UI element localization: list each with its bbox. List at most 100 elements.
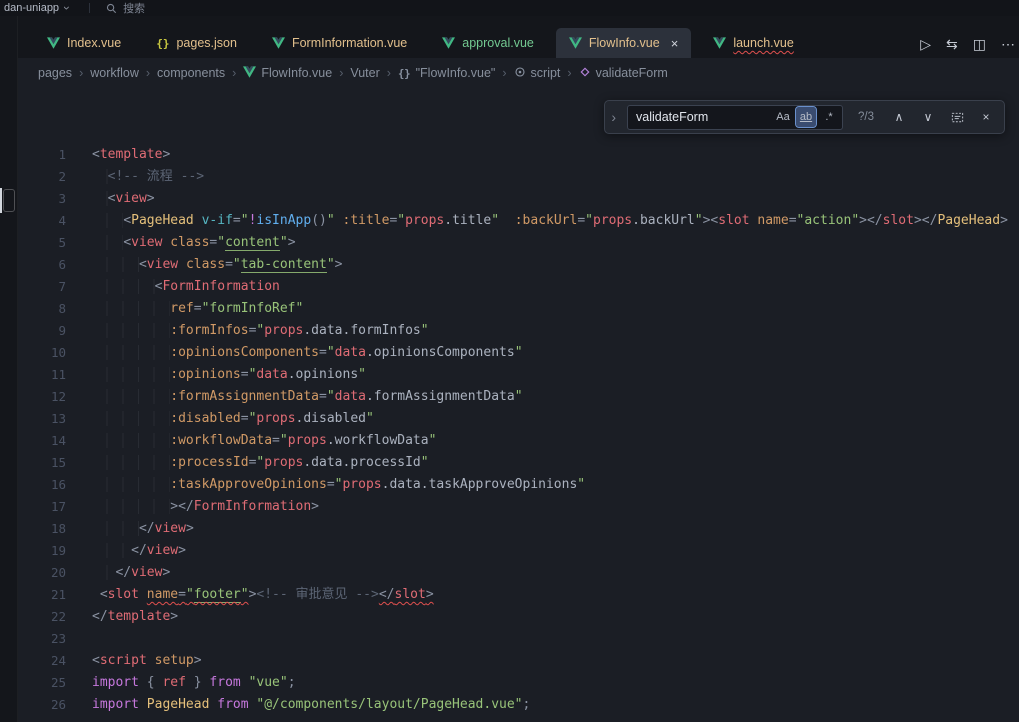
close-find-icon[interactable]: ×: [976, 110, 996, 124]
breadcrumb-label: "FlowInfo.vue": [416, 66, 496, 80]
line-number: 23: [18, 628, 66, 650]
tab-FormInformation.vue[interactable]: FormInformation.vue: [259, 28, 420, 58]
tab-launch.vue[interactable]: launch.vue: [700, 28, 806, 58]
line-number: 10: [18, 342, 66, 364]
close-tab-icon[interactable]: ×: [671, 36, 679, 51]
line-content: :opinionsComponents="data.opinionsCompon…: [66, 342, 523, 364]
vue-file-icon: [272, 37, 285, 49]
find-input[interactable]: [636, 110, 770, 124]
find-previous-button[interactable]: ∧: [889, 110, 909, 124]
tab-approval.vue[interactable]: approval.vue: [429, 28, 547, 58]
regex-button[interactable]: .*: [819, 107, 839, 127]
find-match-count: ?/3: [852, 111, 880, 123]
breadcrumb: pages › workflow › components › FlowInfo.vue › V…: [18, 58, 1019, 88]
breadcrumb-item-workflow[interactable]: workflow: [90, 66, 139, 80]
match-case-button[interactable]: Aa: [773, 107, 793, 127]
script-icon: [514, 66, 526, 81]
find-widget: › Aa ab .* ?/3 ∧ ∨ ×: [604, 100, 1005, 134]
tab-label: FlowInfo.vue: [589, 36, 660, 50]
titlebar-divider: [89, 3, 90, 13]
line-content: </view>: [66, 540, 186, 562]
code-line: 22</template>: [18, 606, 1019, 628]
title-bar: dan-uniapp › 搜索: [0, 0, 1019, 16]
line-content: <view>: [66, 188, 155, 210]
find-next-button[interactable]: ∨: [918, 110, 938, 124]
tab-bar: Index.vue {}pages.json FormInformation.vue…: [34, 28, 816, 58]
code-line: 9 :formInfos="props.data.formInfos": [18, 320, 1019, 342]
line-content: <view class="tab-content">: [66, 254, 342, 276]
search-icon: [106, 3, 117, 14]
line-number: 8: [18, 298, 66, 320]
code-line: 10 :opinionsComponents="data.opinionsCom…: [18, 342, 1019, 364]
line-number: 6: [18, 254, 66, 276]
breadcrumb-separator: ›: [146, 66, 150, 80]
tab-FlowInfo.vue[interactable]: FlowInfo.vue ×: [556, 28, 691, 58]
code-line: 6 <view class="tab-content">: [18, 254, 1019, 276]
line-number: 21: [18, 584, 66, 606]
code-line: 2 <!-- 流程 -->: [18, 166, 1019, 188]
line-content: <slot name="footer"><!-- 审批意见 --></slot>: [66, 584, 434, 606]
vue-file-icon: [569, 37, 582, 49]
line-content: </view>: [66, 518, 194, 540]
line-content: <FormInformation: [66, 276, 280, 298]
open-changes-icon[interactable]: ⇆: [946, 36, 958, 53]
editor[interactable]: 1<template>2 <!-- 流程 -->3 <view>4 <PageH…: [18, 88, 1019, 722]
line-content: ></FormInformation>: [66, 496, 319, 518]
code-line: 7 <FormInformation: [18, 276, 1019, 298]
code-editor[interactable]: 1<template>2 <!-- 流程 -->3 <view>4 <PageH…: [18, 88, 1019, 716]
code-line: 23: [18, 628, 1019, 650]
line-content: </view>: [66, 562, 170, 584]
line-number: 7: [18, 276, 66, 298]
breadcrumb-separator: ›: [79, 66, 83, 80]
line-number: 17: [18, 496, 66, 518]
find-in-selection-button[interactable]: [947, 110, 967, 125]
breadcrumb-label: pages: [38, 66, 72, 80]
tab-label: pages.json: [176, 36, 236, 50]
project-menu[interactable]: dan-uniapp ›: [4, 2, 69, 14]
code-line: 11 :opinions="data.opinions": [18, 364, 1019, 386]
global-search-button[interactable]: 搜索: [106, 0, 145, 16]
code-line: 25import { ref } from "vue";: [18, 672, 1019, 694]
breadcrumb-label: workflow: [90, 66, 139, 80]
tab-Index.vue[interactable]: Index.vue: [34, 28, 134, 58]
line-number: 13: [18, 408, 66, 430]
breadcrumb-item-FlowInfovue[interactable]: FlowInfo.vue: [243, 66, 332, 81]
breadcrumb-item-script[interactable]: script: [514, 66, 561, 81]
editor-actions: ▷ ⇆ ◫ ⋯: [920, 36, 1017, 53]
find-in-selection-icon: [950, 110, 965, 125]
code-line: 15 :processId="props.data.processId": [18, 452, 1019, 474]
run-icon[interactable]: ▷: [920, 36, 931, 53]
line-content: <view class="content">: [66, 232, 296, 254]
breadcrumb-item-components[interactable]: components: [157, 66, 225, 80]
code-line: 17 ></FormInformation>: [18, 496, 1019, 518]
code-line: 8 ref="formInfoRef": [18, 298, 1019, 320]
code-line: 1<template>: [18, 144, 1019, 166]
vue-file-icon: [47, 37, 60, 49]
tab-label: Index.vue: [67, 36, 121, 50]
toggle-replace-icon[interactable]: ›: [609, 109, 618, 125]
split-editor-icon[interactable]: ◫: [973, 36, 986, 53]
more-actions-icon[interactable]: ⋯: [1001, 36, 1015, 53]
activity-icon[interactable]: [3, 189, 15, 212]
code-line: 14 :workflowData="props.workflowData": [18, 430, 1019, 452]
code-line: 19 </view>: [18, 540, 1019, 562]
breadcrumb-separator: ›: [339, 66, 343, 80]
line-number: 4: [18, 210, 66, 232]
whole-word-button[interactable]: ab: [796, 107, 816, 127]
tab-pages.json[interactable]: {}pages.json: [143, 28, 250, 58]
line-number: 18: [18, 518, 66, 540]
line-number: 12: [18, 386, 66, 408]
line-number: 1: [18, 144, 66, 166]
line-number: 16: [18, 474, 66, 496]
activity-bar[interactable]: [0, 16, 18, 722]
breadcrumb-item-validateForm[interactable]: validateForm: [579, 66, 668, 81]
breadcrumb-item-pages[interactable]: pages: [38, 66, 72, 80]
line-number: 2: [18, 166, 66, 188]
line-number: 5: [18, 232, 66, 254]
breadcrumb-separator: ›: [502, 66, 506, 80]
vue-file-icon: [442, 37, 455, 49]
project-name: dan-uniapp: [4, 2, 59, 14]
line-content: :processId="props.data.processId": [66, 452, 429, 474]
breadcrumb-item-FlowInfovue[interactable]: {}"FlowInfo.vue": [398, 66, 495, 80]
breadcrumb-item-Vuter[interactable]: Vuter: [350, 66, 379, 80]
